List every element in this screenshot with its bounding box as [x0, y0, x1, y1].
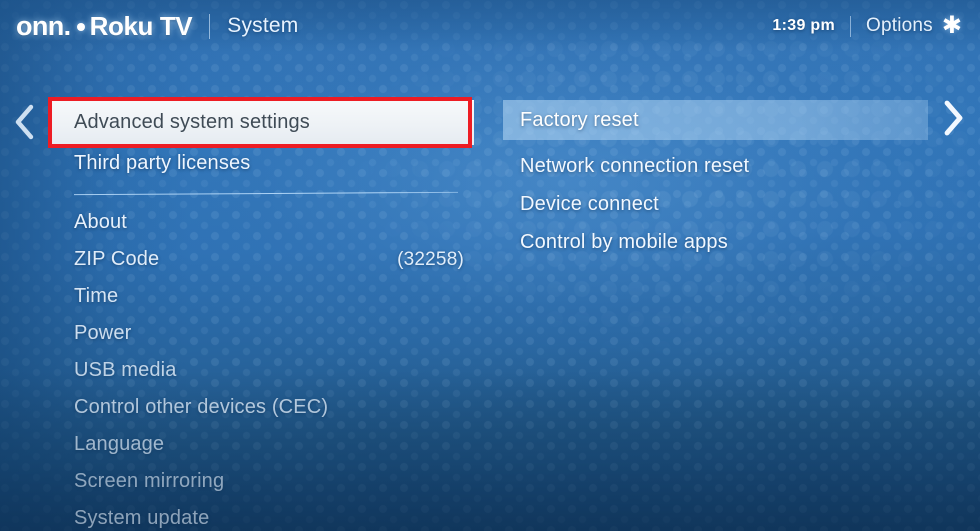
- menu-item-about[interactable]: About: [52, 204, 474, 241]
- menu-item-time[interactable]: Time: [52, 278, 474, 315]
- menu-item-label: Screen mirroring: [74, 470, 225, 492]
- menu-item-label: Third party licenses: [74, 152, 251, 174]
- clock-time: 1:39 pm: [772, 17, 835, 34]
- left-settings-list: Advanced system settings Third party lic…: [52, 100, 474, 531]
- menu-item-label: About: [74, 211, 128, 233]
- chevron-left-icon[interactable]: [8, 100, 42, 144]
- onn-wordmark: onn.: [16, 10, 71, 41]
- menu-item-label: Control other devices (CEC): [74, 396, 329, 418]
- roku-tv-wordmark: Roku TV: [89, 11, 193, 41]
- menu-item-language[interactable]: Language: [52, 426, 474, 463]
- asterisk-star-icon[interactable]: ✱: [942, 14, 962, 38]
- header-divider: [209, 13, 211, 39]
- chevron-right-icon[interactable]: [936, 96, 970, 140]
- menu-item-power[interactable]: Power: [52, 315, 474, 352]
- menu-item-label: Power: [74, 322, 132, 344]
- header-right-group: 1:39 pm Options ✱: [772, 14, 962, 38]
- top-header-bar: onn. Roku TV System 1:39 pm Options ✱: [0, 0, 980, 52]
- menu-item-advanced-system-settings[interactable]: Advanced system settings: [52, 100, 474, 145]
- menu-item-usb-media[interactable]: USB media: [52, 352, 474, 389]
- menu-item-system-update[interactable]: System update: [52, 500, 474, 531]
- menu-item-label: Advanced system settings: [74, 111, 310, 133]
- dot-icon: [76, 23, 85, 31]
- menu-item-label: ZIP Code: [74, 248, 160, 270]
- options-button-label[interactable]: Options: [866, 15, 933, 37]
- menu-item-label: System update: [74, 507, 210, 529]
- menu-item-screen-mirroring[interactable]: Screen mirroring: [52, 463, 474, 500]
- menu-item-network-connection-reset[interactable]: Network connection reset: [503, 147, 928, 185]
- menu-item-label: Network connection reset: [520, 154, 750, 177]
- brand-logo: onn. Roku TV: [16, 10, 193, 41]
- roku-tv-screen: onn. Roku TV System 1:39 pm Options ✱ Ad…: [0, 0, 980, 531]
- menu-item-control-other-devices-cec[interactable]: Control other devices (CEC): [52, 389, 474, 426]
- menu-item-device-connect[interactable]: Device connect: [503, 185, 928, 223]
- menu-item-label: USB media: [74, 359, 177, 381]
- page-title: System: [227, 14, 299, 37]
- list-divider: [74, 191, 458, 196]
- header-divider-small: [850, 15, 851, 37]
- right-settings-list: Factory reset Network connection reset D…: [503, 100, 928, 261]
- menu-item-zip-code[interactable]: ZIP Code (32258): [52, 241, 474, 278]
- menu-item-third-party-licenses[interactable]: Third party licenses: [52, 145, 474, 182]
- menu-item-control-by-mobile-apps[interactable]: Control by mobile apps: [503, 223, 928, 261]
- zip-code-value: (32258): [397, 248, 464, 270]
- menu-item-label: Control by mobile apps: [520, 230, 728, 253]
- menu-item-label: Device connect: [520, 192, 659, 215]
- menu-item-label: Language: [74, 433, 165, 455]
- menu-item-label: Time: [74, 285, 119, 307]
- menu-item-label: Factory reset: [520, 108, 639, 131]
- menu-item-factory-reset[interactable]: Factory reset: [503, 100, 928, 140]
